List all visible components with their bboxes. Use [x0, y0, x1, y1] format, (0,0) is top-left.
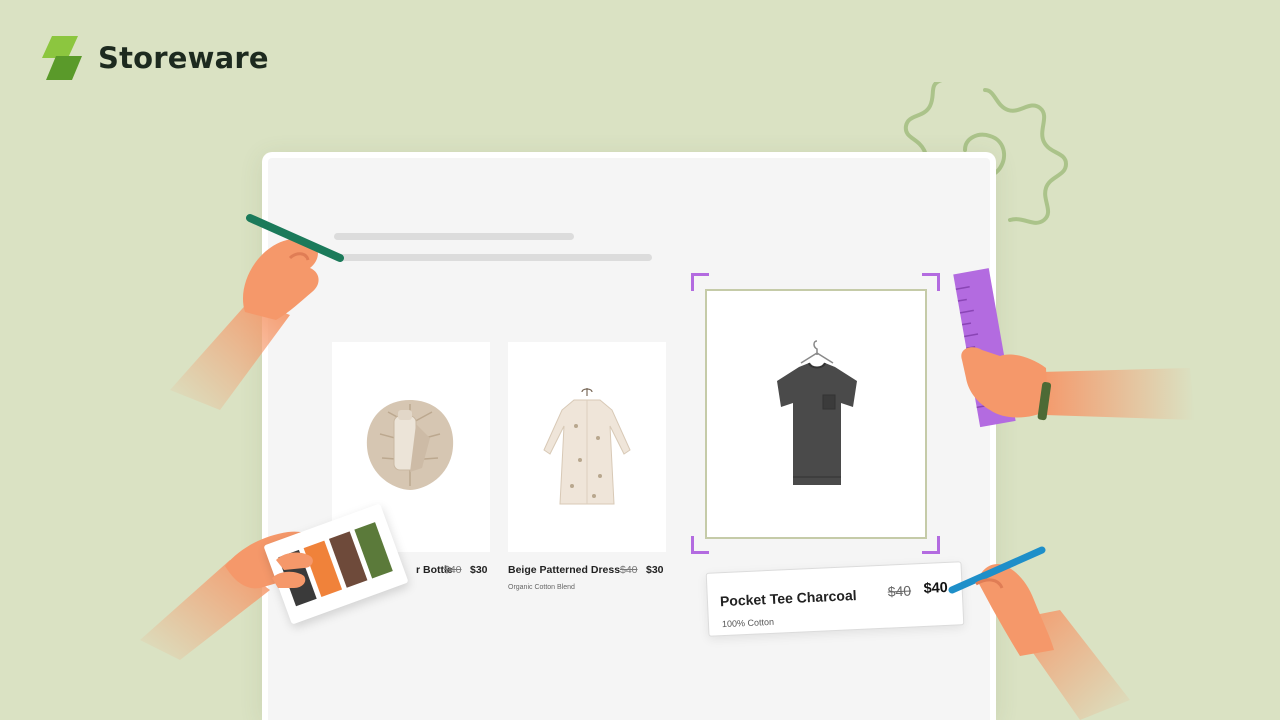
leaf-tray-icon: [366, 400, 454, 490]
product-price: $30: [646, 564, 664, 576]
placeholder-heading-bar: [334, 233, 574, 240]
tshirt-icon: [777, 340, 857, 485]
hand-holding-ruler: [961, 347, 1195, 421]
selection-corner-bottom-right: [922, 536, 940, 554]
product-price: $30: [470, 564, 488, 576]
product-old-price: $40: [444, 564, 462, 576]
product-card-dress[interactable]: [508, 342, 666, 552]
brand-name: Storeware: [98, 41, 269, 75]
brand-logo[interactable]: Storeware: [38, 34, 269, 82]
product-old-price: $40: [620, 564, 638, 576]
product-title[interactable]: Beige Patterned Dress: [508, 564, 620, 576]
featured-title: Pocket Tee Charcoal: [719, 587, 857, 610]
featured-subtitle: 100% Cotton: [721, 616, 775, 630]
placeholder-subheading-bar: [334, 254, 652, 261]
featured-product-card[interactable]: [705, 289, 927, 539]
product-subtitle: Organic Cotton Blend: [508, 584, 575, 591]
selection-corner-top-left: [691, 273, 709, 291]
dress-icon: [543, 388, 631, 505]
featured-price: $40: [923, 579, 949, 597]
featured-old-price: $40: [887, 582, 912, 600]
selection-corner-top-right: [922, 273, 940, 291]
featured-price-card[interactable]: Pocket Tee Charcoal $40 $40 100% Cotton: [705, 561, 965, 637]
storeware-logo-icon: [42, 36, 82, 80]
selection-corner-bottom-left: [691, 536, 709, 554]
